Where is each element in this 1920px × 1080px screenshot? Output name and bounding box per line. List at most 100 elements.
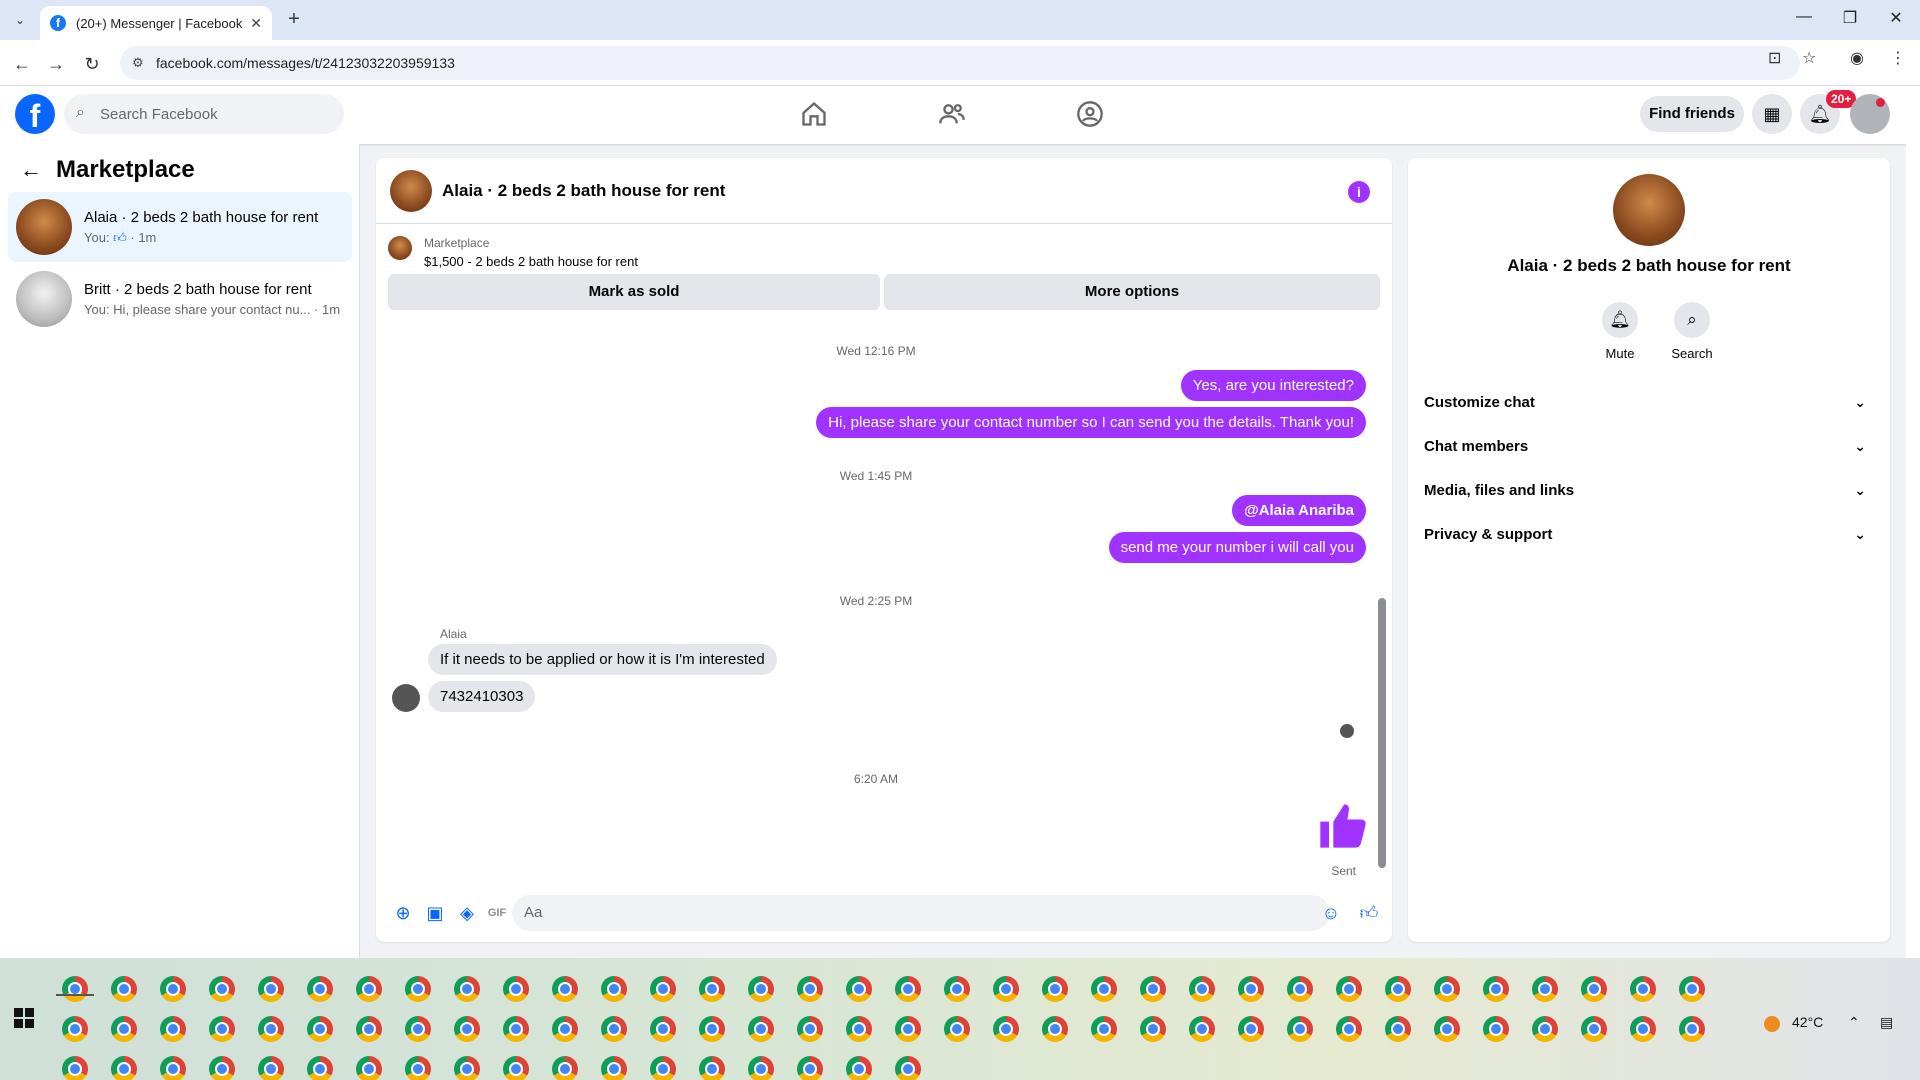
conversation-item-alaia[interactable]: Alaia · 2 beds 2 bath house for rent You…	[8, 192, 352, 262]
chrome-taskbar-icon[interactable]	[258, 1016, 284, 1042]
mute-button[interactable]: 🔔︎ Mute	[1590, 302, 1650, 361]
chrome-taskbar-icon[interactable]	[601, 1056, 627, 1080]
menu-grid-icon[interactable]: ▦	[1752, 94, 1792, 134]
new-tab-button[interactable]: +	[282, 8, 306, 31]
chrome-taskbar-icon[interactable]	[797, 1056, 823, 1080]
friends-icon[interactable]	[936, 100, 968, 132]
chrome-taskbar-icon[interactable]	[1042, 1016, 1068, 1042]
chrome-taskbar-icon[interactable]	[454, 976, 480, 1002]
chrome-taskbar-icon[interactable]	[405, 976, 431, 1002]
chrome-taskbar-icon[interactable]	[111, 976, 137, 1002]
more-options-button[interactable]: More options	[884, 274, 1380, 310]
chrome-taskbar-icon[interactable]	[1581, 1016, 1607, 1042]
back-arrow-icon[interactable]: ←	[10, 52, 34, 76]
chrome-taskbar-icon[interactable]	[846, 976, 872, 1002]
chrome-taskbar-icon[interactable]	[846, 1016, 872, 1042]
chrome-taskbar-icon[interactable]	[405, 1056, 431, 1080]
install-app-icon[interactable]: ⊡	[1768, 48, 1781, 68]
chrome-taskbar-icon[interactable]	[1287, 1016, 1313, 1042]
chrome-taskbar-icon[interactable]	[601, 976, 627, 1002]
chrome-taskbar-icon[interactable]	[1140, 1016, 1166, 1042]
emoji-icon[interactable]: ☺	[1320, 902, 1342, 924]
chrome-taskbar-icon[interactable]	[209, 976, 235, 1002]
chrome-taskbar-icon[interactable]	[209, 1056, 235, 1080]
browser-tab[interactable]: f (20+) Messenger | Facebook ✕	[40, 6, 272, 40]
site-info-icon[interactable]: ⚙	[132, 55, 144, 71]
chat-members-section[interactable]: Chat members ⌄	[1424, 424, 1874, 468]
minimize-button[interactable]: —	[1784, 8, 1824, 26]
chrome-taskbar-icon[interactable]	[209, 1016, 235, 1042]
chrome-taskbar-icon[interactable]	[895, 1016, 921, 1042]
chrome-taskbar-icon[interactable]	[944, 1016, 970, 1042]
sticker-icon[interactable]: ◈	[456, 902, 478, 924]
chrome-taskbar-icon[interactable]	[895, 976, 921, 1002]
chrome-taskbar-icon[interactable]	[1336, 1016, 1362, 1042]
chrome-taskbar-icon[interactable]	[1679, 976, 1705, 1002]
message-scrollbar[interactable]	[1378, 328, 1386, 878]
conversation-item-britt[interactable]: Britt · 2 beds 2 bath house for rent You…	[8, 264, 352, 334]
chrome-taskbar-icon[interactable]	[1434, 976, 1460, 1002]
chrome-taskbar-icon[interactable]	[258, 976, 284, 1002]
bookmark-star-icon[interactable]: ☆	[1802, 48, 1816, 68]
chrome-taskbar-icon[interactable]	[160, 976, 186, 1002]
chrome-taskbar-icon[interactable]	[1287, 976, 1313, 1002]
back-arrow-icon[interactable]: ←	[20, 157, 42, 183]
chrome-taskbar-icon[interactable]	[1483, 1016, 1509, 1042]
chrome-taskbar-icon[interactable]	[307, 976, 333, 1002]
chrome-taskbar-icon[interactable]	[1091, 1016, 1117, 1042]
chrome-taskbar-icon[interactable]	[699, 1056, 725, 1080]
chrome-taskbar-icon[interactable]	[748, 976, 774, 1002]
plus-circle-icon[interactable]: ⊕	[392, 902, 414, 924]
photo-icon[interactable]: ▣	[424, 902, 446, 924]
browser-menu-icon[interactable]: ⋮	[1890, 48, 1906, 68]
chrome-taskbar-icon[interactable]	[650, 976, 676, 1002]
chrome-taskbar-icon[interactable]	[503, 1056, 529, 1080]
mention-message[interactable]: @Alaia Anariba	[1232, 495, 1366, 526]
chrome-taskbar-icon[interactable]	[62, 1056, 88, 1080]
search-button[interactable]: ⌕ Search	[1662, 302, 1722, 361]
chrome-taskbar-icon[interactable]	[1091, 976, 1117, 1002]
outgoing-message[interactable]: Hi, please share your contact number so …	[816, 407, 1366, 438]
chrome-taskbar-icon[interactable]	[503, 976, 529, 1002]
outgoing-message[interactable]: send me your number i will call you	[1108, 532, 1366, 563]
chrome-taskbar-icon[interactable]	[748, 1056, 774, 1080]
chrome-taskbar-icon[interactable]	[895, 1056, 921, 1080]
chrome-taskbar-icon[interactable]	[1483, 976, 1509, 1002]
chrome-taskbar-icon[interactable]	[1630, 976, 1656, 1002]
mark-as-sold-button[interactable]: Mark as sold	[388, 274, 880, 310]
facebook-logo[interactable]: f	[15, 94, 55, 134]
chrome-taskbar-icon[interactable]	[1630, 1016, 1656, 1042]
chrome-taskbar-icon[interactable]	[454, 1016, 480, 1042]
chrome-taskbar-icon[interactable]	[1140, 976, 1166, 1002]
close-window-button[interactable]: ✕	[1876, 8, 1916, 28]
chrome-taskbar-icon[interactable]	[1336, 976, 1362, 1002]
home-icon[interactable]	[798, 100, 830, 132]
chrome-taskbar-icon[interactable]	[62, 1016, 88, 1042]
chrome-taskbar-icon[interactable]	[993, 1016, 1019, 1042]
chrome-taskbar-icon[interactable]	[111, 1056, 137, 1080]
restore-button[interactable]: ❐	[1830, 8, 1870, 28]
chrome-taskbar-icon[interactable]	[503, 1016, 529, 1042]
chrome-taskbar-icon[interactable]	[699, 976, 725, 1002]
chrome-taskbar-icon[interactable]	[601, 1016, 627, 1042]
chrome-taskbar-icon[interactable]	[944, 976, 970, 1002]
chrome-taskbar-icon[interactable]	[1581, 976, 1607, 1002]
chrome-taskbar-icon[interactable]	[748, 1016, 774, 1042]
chrome-taskbar-icon[interactable]	[1679, 1016, 1705, 1042]
chrome-taskbar-icon[interactable]	[1385, 1016, 1411, 1042]
message-input[interactable]: Aa	[512, 895, 1330, 931]
chrome-taskbar-icon[interactable]	[1189, 1016, 1215, 1042]
chrome-taskbar-icon[interactable]	[258, 1056, 284, 1080]
media-files-links-section[interactable]: Media, files and links ⌄	[1424, 468, 1874, 512]
scrollbar-thumb[interactable]	[1378, 598, 1386, 868]
outgoing-message[interactable]: Yes, are you interested?	[1180, 370, 1366, 401]
chrome-taskbar-icon[interactable]	[1532, 976, 1558, 1002]
customize-chat-section[interactable]: Customize chat ⌄	[1424, 380, 1874, 424]
notification-center-icon[interactable]: ▤	[1880, 1014, 1893, 1031]
like-button-icon[interactable]: 👍︎	[1358, 902, 1380, 924]
chrome-taskbar-icon[interactable]	[650, 1016, 676, 1042]
chrome-taskbar-icon[interactable]	[356, 1016, 382, 1042]
chrome-taskbar-icon[interactable]	[1434, 1016, 1460, 1042]
chrome-taskbar-icon[interactable]	[993, 976, 1019, 1002]
weather-icon[interactable]	[1764, 1016, 1780, 1032]
